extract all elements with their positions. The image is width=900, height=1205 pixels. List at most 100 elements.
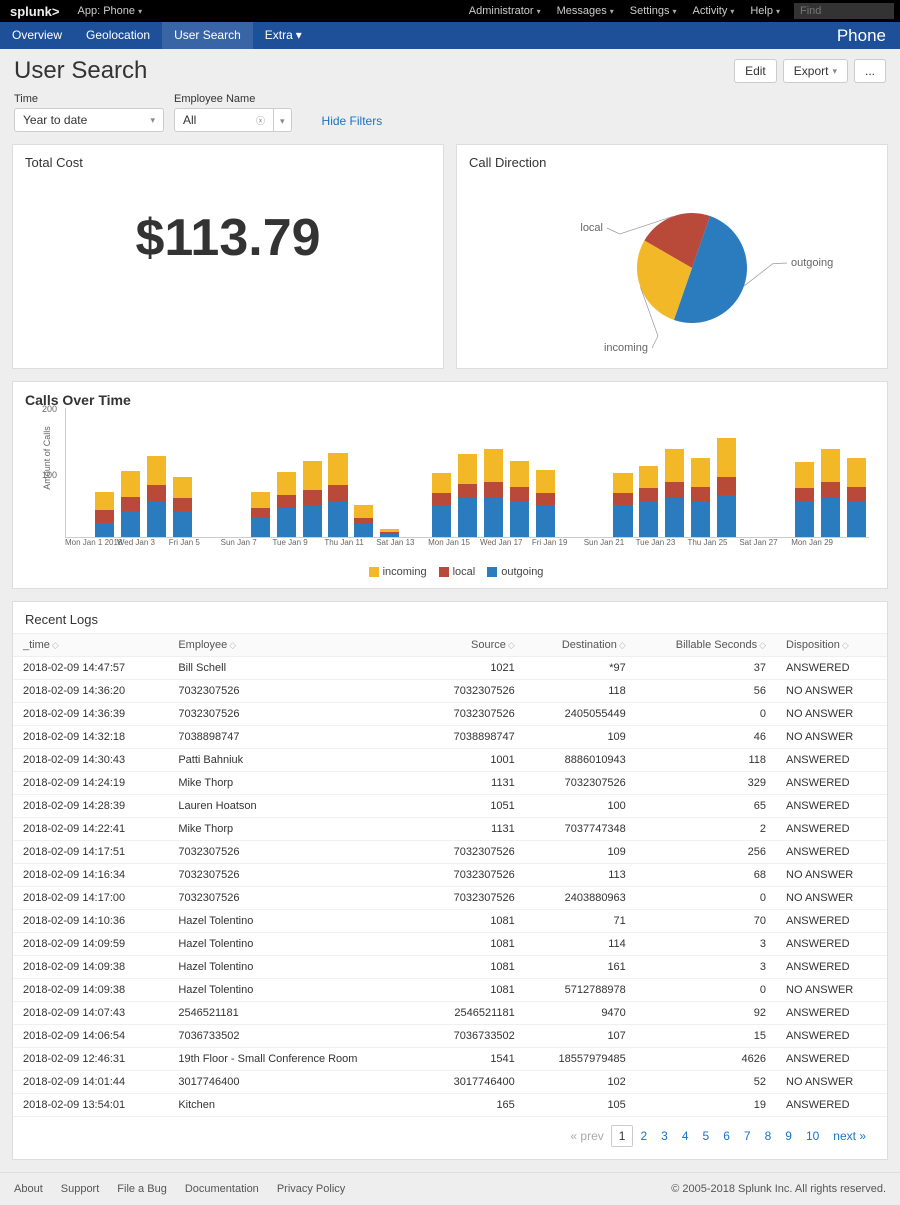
- table-row[interactable]: 2018-02-09 12:46:3119th Floor - Small Co…: [13, 1048, 887, 1071]
- bar-Jan-23[interactable]: [637, 466, 661, 538]
- table-row[interactable]: 2018-02-09 14:30:43Patti Bahniuk10018886…: [13, 749, 887, 772]
- legend-label-incoming[interactable]: incoming: [383, 566, 427, 578]
- table-row[interactable]: 2018-02-09 14:24:19Mike Thorp11317032307…: [13, 772, 887, 795]
- table-row[interactable]: 2018-02-09 14:07:43254652118125465211819…: [13, 1002, 887, 1025]
- table-row[interactable]: 2018-02-09 13:54:01Kitchen16510519ANSWER…: [13, 1094, 887, 1117]
- pager-page-3[interactable]: 3: [654, 1126, 675, 1146]
- nav-extra[interactable]: Extra▾: [253, 22, 314, 49]
- cell: 2018-02-09 14:17:00: [13, 887, 168, 910]
- cell: ANSWERED: [776, 841, 887, 864]
- cell: 2018-02-09 14:28:39: [13, 795, 168, 818]
- bar-Jan-17[interactable]: [482, 449, 506, 537]
- bar-Jan-30[interactable]: [818, 449, 842, 537]
- table-row[interactable]: 2018-02-09 14:06:54703673350270367335021…: [13, 1025, 887, 1048]
- bar-Jan-29[interactable]: [792, 462, 816, 537]
- table-row[interactable]: 2018-02-09 14:16:34703230752670323075261…: [13, 864, 887, 887]
- bar-Jan-18[interactable]: [507, 461, 531, 537]
- topbar-menu-messages[interactable]: Messages▾: [549, 5, 622, 17]
- time-range-picker[interactable]: Year to date ▾: [14, 108, 164, 132]
- table-row[interactable]: 2018-02-09 14:10:36Hazel Tolentino108171…: [13, 910, 887, 933]
- col-employee[interactable]: Employee◇: [168, 634, 421, 657]
- nav-geolocation[interactable]: Geolocation: [74, 22, 162, 49]
- footer-link-documentation[interactable]: Documentation: [185, 1183, 259, 1195]
- table-row[interactable]: 2018-02-09 14:36:39703230752670323075262…: [13, 703, 887, 726]
- bar-Jan-15[interactable]: [430, 473, 454, 537]
- pager-page-8[interactable]: 8: [758, 1126, 779, 1146]
- table-row[interactable]: 2018-02-09 14:28:39Lauren Hoatson1051100…: [13, 795, 887, 818]
- bar-Jan-12[interactable]: [352, 505, 376, 538]
- col-destination[interactable]: Destination◇: [525, 634, 636, 657]
- footer-link-file-a-bug[interactable]: File a Bug: [117, 1183, 167, 1195]
- bar-Jan-9[interactable]: [274, 472, 298, 537]
- pager-page-10[interactable]: 10: [799, 1126, 826, 1146]
- table-row[interactable]: 2018-02-09 14:22:41Mike Thorp11317037747…: [13, 818, 887, 841]
- bar-Jan-2[interactable]: [93, 492, 117, 537]
- bar-Jan-22[interactable]: [611, 473, 635, 537]
- clear-icon[interactable]: ⓧ: [256, 114, 265, 127]
- cell: 7032307526: [168, 703, 421, 726]
- col-source[interactable]: Source◇: [422, 634, 525, 657]
- nav-overview[interactable]: Overview: [0, 22, 74, 49]
- pager-page-1[interactable]: 1: [611, 1125, 634, 1147]
- pager-page-5[interactable]: 5: [696, 1126, 717, 1146]
- pager-page-2[interactable]: 2: [633, 1126, 654, 1146]
- pager-page-6[interactable]: 6: [716, 1126, 737, 1146]
- topbar-menu-help[interactable]: Help▾: [742, 5, 788, 17]
- table-row[interactable]: 2018-02-09 14:17:51703230752670323075261…: [13, 841, 887, 864]
- footer-link-privacy-policy[interactable]: Privacy Policy: [277, 1183, 345, 1195]
- bar-Jan-31[interactable]: [844, 458, 868, 537]
- cell: NO ANSWER: [776, 864, 887, 887]
- export-label: Export: [794, 64, 829, 78]
- bar-Jan-16[interactable]: [456, 454, 480, 537]
- footer-link-about[interactable]: About: [14, 1183, 43, 1195]
- employee-dropdown-toggle[interactable]: ▾: [274, 108, 292, 132]
- bar-Jan-24[interactable]: [663, 449, 687, 537]
- table-row[interactable]: 2018-02-09 14:01:44301774640030177464001…: [13, 1071, 887, 1094]
- bar-Jan-11[interactable]: [326, 453, 350, 538]
- bar-Jan-26[interactable]: [715, 438, 739, 537]
- topbar-menu-activity[interactable]: Activity▾: [685, 5, 743, 17]
- cell: 2018-02-09 13:54:01: [13, 1094, 168, 1117]
- cell: 7038898747: [168, 726, 421, 749]
- table-row[interactable]: 2018-02-09 14:09:38Hazel Tolentino108157…: [13, 979, 887, 1002]
- topbar-menu-administrator[interactable]: Administrator▾: [461, 5, 549, 17]
- bar-Jan-4[interactable]: [145, 456, 169, 537]
- export-button[interactable]: Export ▾: [783, 59, 848, 83]
- bar-Jan-10[interactable]: [300, 461, 324, 537]
- more-actions-button[interactable]: ...: [854, 59, 886, 83]
- topbar-menu-settings[interactable]: Settings▾: [622, 5, 685, 17]
- bar-Jan-8[interactable]: [248, 492, 272, 538]
- sort-icon: ◇: [842, 640, 849, 650]
- bar-Jan-19[interactable]: [533, 470, 557, 537]
- bar-Jan-13[interactable]: [378, 529, 402, 537]
- nav-user-search[interactable]: User Search: [162, 22, 253, 49]
- footer-link-support[interactable]: Support: [61, 1183, 100, 1195]
- bar-Jan-3[interactable]: [119, 471, 143, 537]
- page-title: User Search: [14, 57, 147, 85]
- splunk-logo[interactable]: splunk>: [0, 4, 70, 19]
- employee-multiselect[interactable]: All ⓧ: [174, 108, 274, 132]
- pager-next[interactable]: next »: [826, 1126, 873, 1146]
- app-selector[interactable]: App: Phone ▾: [70, 5, 151, 17]
- pager-page-9[interactable]: 9: [778, 1126, 799, 1146]
- bar-Jan-5[interactable]: [171, 477, 195, 537]
- edit-button[interactable]: Edit: [734, 59, 777, 83]
- legend-label-local[interactable]: local: [453, 566, 476, 578]
- table-row[interactable]: 2018-02-09 14:17:00703230752670323075262…: [13, 887, 887, 910]
- pager-page-4[interactable]: 4: [675, 1126, 696, 1146]
- table-row[interactable]: 2018-02-09 14:47:57Bill Schell1021*9737A…: [13, 657, 887, 680]
- col-disposition[interactable]: Disposition◇: [776, 634, 887, 657]
- cell: 2018-02-09 14:06:54: [13, 1025, 168, 1048]
- table-row[interactable]: 2018-02-09 14:32:18703889874770388987471…: [13, 726, 887, 749]
- table-row[interactable]: 2018-02-09 14:36:20703230752670323075261…: [13, 680, 887, 703]
- pager-page-7[interactable]: 7: [737, 1126, 758, 1146]
- table-row[interactable]: 2018-02-09 14:09:59Hazel Tolentino108111…: [13, 933, 887, 956]
- global-find-input[interactable]: [794, 3, 894, 19]
- table-row[interactable]: 2018-02-09 14:09:38Hazel Tolentino108116…: [13, 956, 887, 979]
- legend-label-outgoing[interactable]: outgoing: [501, 566, 543, 578]
- col--time[interactable]: _time◇: [13, 634, 168, 657]
- bar-Jan-25[interactable]: [689, 458, 713, 537]
- cell: 3017746400: [422, 1071, 525, 1094]
- hide-filters-link[interactable]: Hide Filters: [322, 114, 383, 132]
- col-billable-seconds[interactable]: Billable Seconds◇: [636, 634, 776, 657]
